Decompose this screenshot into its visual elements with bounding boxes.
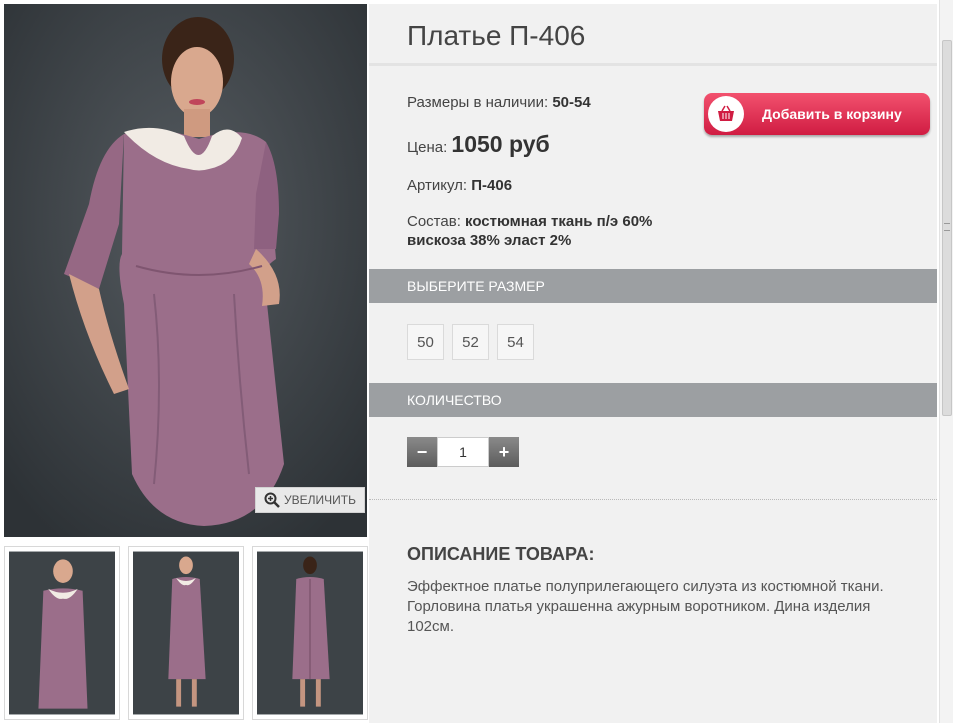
- thumbnail-image: [9, 551, 115, 715]
- quantity-stepper: − +: [407, 437, 519, 467]
- size-section-heading: ВЫБЕРИТЕ РАЗМЕР: [369, 269, 937, 303]
- main-product-photo[interactable]: УВЕЛИЧИТЬ: [4, 4, 367, 537]
- dress-photo-illustration: [4, 4, 367, 537]
- composition-line1: костюмная ткань п/э 60%: [465, 213, 653, 230]
- product-info-panel: Платье П-406 Размеры в наличии: 50-54 Це…: [369, 4, 937, 723]
- page-scrollbar[interactable]: [939, 0, 953, 723]
- price-row: Цена: 1050 руб: [407, 131, 550, 158]
- price-label: Цена:: [407, 139, 448, 156]
- sizes-label: Размеры в наличии:: [407, 94, 549, 111]
- sizes-available-row: Размеры в наличии: 50-54: [407, 94, 591, 111]
- composition-line2: вискоза 38% эласт 2%: [407, 232, 572, 249]
- add-to-cart-label: Добавить в корзину: [762, 106, 902, 122]
- title-bar: Платье П-406: [369, 4, 937, 66]
- description-text: Эффектное платье полуприлегающего силуэт…: [407, 578, 884, 635]
- composition-row: Состав: костюмная ткань п/э 60% вискоза …: [407, 212, 652, 250]
- thumbnail-back[interactable]: [252, 546, 368, 720]
- thumbnail-image: [257, 551, 363, 715]
- size-option-52[interactable]: 52: [452, 324, 489, 360]
- add-to-cart-button[interactable]: Добавить в корзину: [704, 93, 930, 135]
- scrollbar-thumb[interactable]: [942, 40, 952, 416]
- basket-icon: [708, 96, 744, 132]
- divider: [369, 499, 937, 500]
- quantity-input[interactable]: [437, 437, 489, 467]
- thumbnail-front-closeup[interactable]: [4, 546, 120, 720]
- thumbnail-strip: [4, 546, 368, 720]
- zoom-label: УВЕЛИЧИТЬ: [284, 493, 356, 507]
- sizes-value: 50-54: [552, 94, 591, 111]
- article-row: Артикул: П-406: [407, 177, 512, 194]
- thumbnail-image: [133, 551, 239, 715]
- price-value: 1050 руб: [451, 131, 550, 157]
- size-option-50[interactable]: 50: [407, 324, 444, 360]
- article-value: П-406: [471, 177, 513, 194]
- description-heading: ОПИСАНИЕ ТОВАРА:: [407, 544, 595, 564]
- scrollbar-grip-icon: [944, 223, 950, 231]
- zoom-button[interactable]: УВЕЛИЧИТЬ: [255, 487, 365, 513]
- quantity-increase-button[interactable]: +: [489, 437, 519, 467]
- article-label: Артикул:: [407, 177, 468, 194]
- size-option-54[interactable]: 54: [497, 324, 534, 360]
- size-options: 50 52 54: [407, 324, 534, 360]
- magnifier-plus-icon: [264, 492, 280, 508]
- composition-label: Состав:: [407, 213, 461, 230]
- thumbnail-front-full[interactable]: [128, 546, 244, 720]
- product-title: Платье П-406: [407, 20, 586, 51]
- quantity-decrease-button[interactable]: −: [407, 437, 437, 467]
- quantity-section-heading: КОЛИЧЕСТВО: [369, 383, 937, 417]
